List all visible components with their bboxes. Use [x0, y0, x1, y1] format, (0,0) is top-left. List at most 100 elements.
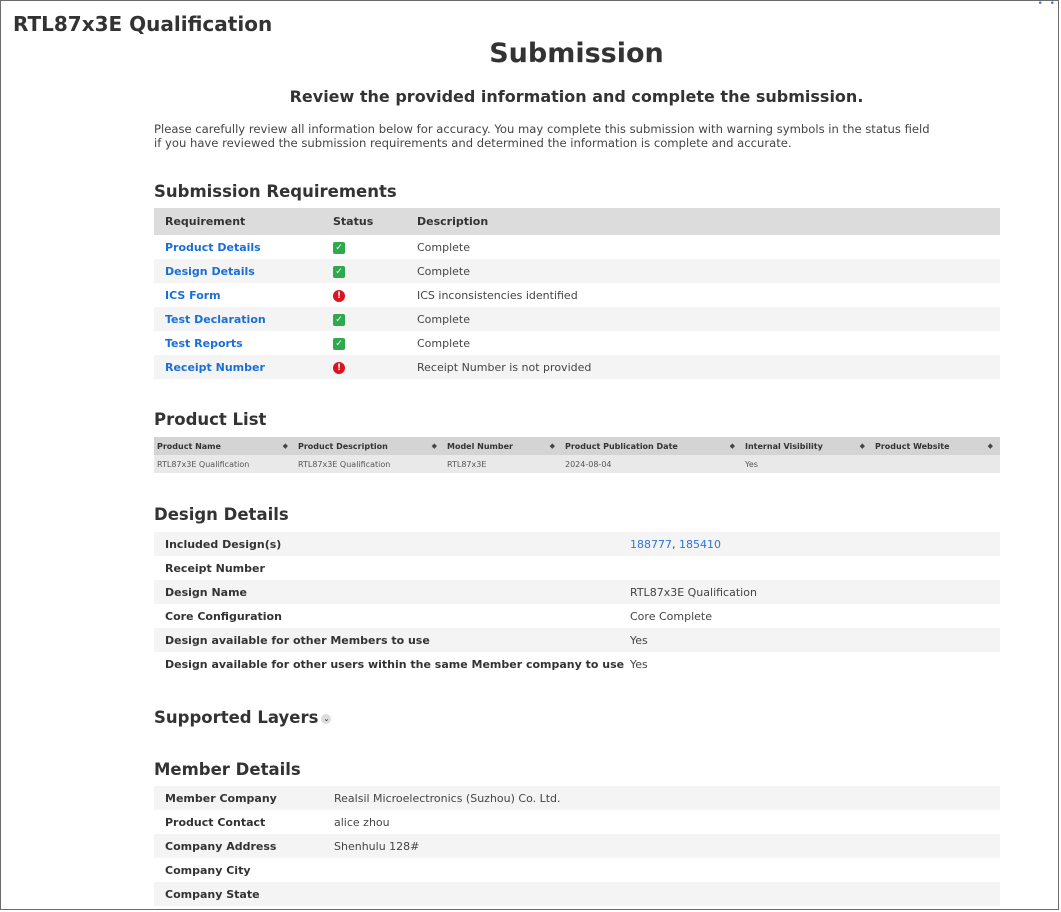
check-square-icon: ✓ [333, 338, 345, 350]
supported-layers-label: Supported Layers [154, 708, 319, 727]
requirement-link[interactable]: Test Reports [165, 337, 243, 350]
design-value: Yes [630, 657, 648, 671]
design-details-table: Included Design(s) 188777, 185410 Receip… [154, 532, 1000, 676]
column-header-model-number[interactable]: Model Number ◆ [444, 437, 562, 455]
design-value: Yes [630, 628, 1000, 652]
sort-arrows-icon[interactable]: ◆ [730, 442, 735, 450]
member-label: Member Company [154, 786, 334, 810]
column-header-requirement: Requirement [154, 208, 333, 235]
design-link-185410[interactable]: 185410 [679, 538, 721, 551]
table-row: Product Contact alice zhou [154, 810, 1000, 834]
table-row: Test Declaration ✓ Complete [154, 307, 1000, 331]
table-row: Receipt Number [154, 556, 1000, 580]
column-header-label: Product Publication Date [565, 441, 678, 451]
cell-product-description: RTL87x3E Qualification [295, 455, 444, 473]
table-row: Design available for other users within … [154, 652, 1000, 676]
design-label: Design available for other Members to us… [154, 628, 630, 652]
column-header-product-description[interactable]: Product Description ◆ [295, 437, 444, 455]
description-cell: ICS inconsistencies identified [417, 288, 578, 302]
table-row: Member Company Realsil Microelectronics (… [154, 786, 1000, 810]
sort-arrows-icon[interactable]: ◆ [988, 442, 993, 450]
table-row: Receipt Number! Receipt Number is not pro… [154, 355, 1000, 379]
design-label: Design available for other users within … [165, 657, 625, 671]
section-title-supported-layers[interactable]: Supported Layers ⌄ [154, 708, 332, 727]
requirement-link[interactable]: Product Details [165, 241, 261, 254]
section-title-product-list: Product List [154, 410, 267, 429]
member-value [334, 858, 1000, 882]
column-header-label: Internal Visibility [745, 441, 823, 451]
table-row: Design Name RTL87x3E Qualification [154, 580, 1000, 604]
design-link-188777[interactable]: 188777 [630, 538, 672, 551]
product-list-table: Product Name ◆ Product Description ◆ Model… [154, 437, 1000, 473]
check-square-icon: ✓ [333, 242, 345, 254]
sort-arrows-icon[interactable]: ◆ [432, 442, 437, 450]
cell-product-website [872, 455, 1000, 473]
requirements-table: Requirement Status Description Product D… [154, 208, 1000, 379]
intro-text: Please carefully review all information … [154, 122, 974, 150]
design-value [630, 556, 1000, 580]
member-value: Realsil Microelectronics (Suzhou) Co. Lt… [334, 786, 1000, 810]
description-cell: Complete [417, 336, 471, 350]
intro-line-2: if you have reviewed the submission requ… [154, 135, 792, 150]
page-title: Submission [489, 38, 664, 69]
requirement-cell: Design Details [154, 259, 333, 283]
exclamation-circle-icon: ! [333, 362, 345, 374]
column-header-label: Product Website [875, 441, 950, 451]
table-row: Core Configuration Core Complete [154, 604, 1000, 628]
member-label: Product Contact [165, 815, 266, 829]
status-cell: ✓ [333, 307, 417, 331]
section-title-design-details: Design Details [154, 505, 289, 524]
requirement-link[interactable]: Test Declaration [165, 313, 266, 326]
column-header-publication-date[interactable]: Product Publication Date ◆ [562, 437, 742, 455]
design-label: Design Name [154, 580, 630, 604]
description-cell: Complete [417, 259, 1000, 283]
table-row: Product Details ✓ Complete [154, 235, 1000, 259]
sort-arrows-icon[interactable]: ◆ [550, 442, 555, 450]
sort-arrows-icon[interactable]: ◆ [283, 442, 288, 450]
column-header-label: Product Name [157, 441, 221, 451]
exclamation-circle-icon: ! [333, 290, 345, 302]
design-value-included: 188777, 185410 [630, 532, 1000, 556]
requirement-link[interactable]: Design Details [165, 265, 255, 278]
member-value: alice zhou [334, 815, 390, 829]
check-square-icon: ✓ [333, 266, 345, 278]
design-link-separator: , [672, 537, 676, 551]
column-header-status: Status [333, 208, 417, 235]
cell-internal-visibility: Yes [742, 455, 872, 473]
cell-model-number: RTL87x3E [444, 455, 562, 473]
design-label: Core Configuration [165, 609, 282, 623]
cell-publication-date: 2024-08-04 [562, 455, 742, 473]
status-cell: ! [333, 283, 417, 307]
sort-arrows-icon[interactable]: ◆ [860, 442, 865, 450]
cell-product-name: RTL87x3E Qualification [154, 455, 295, 473]
chevron-down-icon[interactable]: ⌄ [321, 713, 332, 724]
table-row: Company Address Shenhulu 128# [154, 834, 1000, 858]
status-cell: ✓ [333, 235, 417, 259]
design-label-included: Included Design(s) [154, 532, 630, 556]
section-title-requirements: Submission Requirements [154, 182, 397, 201]
column-header-internal-visibility[interactable]: Internal Visibility ◆ [742, 437, 872, 455]
requirement-cell: Test Reports [154, 331, 333, 355]
member-details-table: Member Company Realsil Microelectronics (… [154, 786, 1000, 906]
requirement-link[interactable]: ICS Form [165, 289, 221, 302]
table-header-row: Requirement Status Description [154, 208, 1000, 235]
table-row: ICS Form! ICS inconsistencies identified [154, 283, 1000, 307]
design-label: Receipt Number [165, 561, 265, 575]
table-row: RTL87x3E Qualification RTL87x3E Qualific… [154, 455, 1000, 473]
table-header-row: Product Name ◆ Product Description ◆ Model… [154, 437, 1000, 455]
requirement-link[interactable]: Receipt Number [165, 361, 265, 374]
table-row: Company State [154, 882, 1000, 906]
status-cell: ✓ [333, 259, 417, 283]
column-header-description: Description [417, 208, 1000, 235]
app-title: RTL87x3E Qualification [13, 12, 273, 36]
column-header-product-website[interactable]: Product Website ◆ [872, 437, 1000, 455]
column-header-label: Product Description [298, 441, 388, 451]
design-value: RTL87x3E Qualification [630, 580, 1000, 604]
requirement-cell: Receipt Number [154, 355, 333, 379]
member-label: Company City [165, 863, 251, 877]
description-cell: Complete [417, 307, 1000, 331]
requirement-cell: Test Declaration [154, 307, 333, 331]
status-cell: ! [333, 355, 417, 379]
member-label: Company State [154, 882, 334, 906]
column-header-product-name[interactable]: Product Name ◆ [154, 437, 295, 455]
